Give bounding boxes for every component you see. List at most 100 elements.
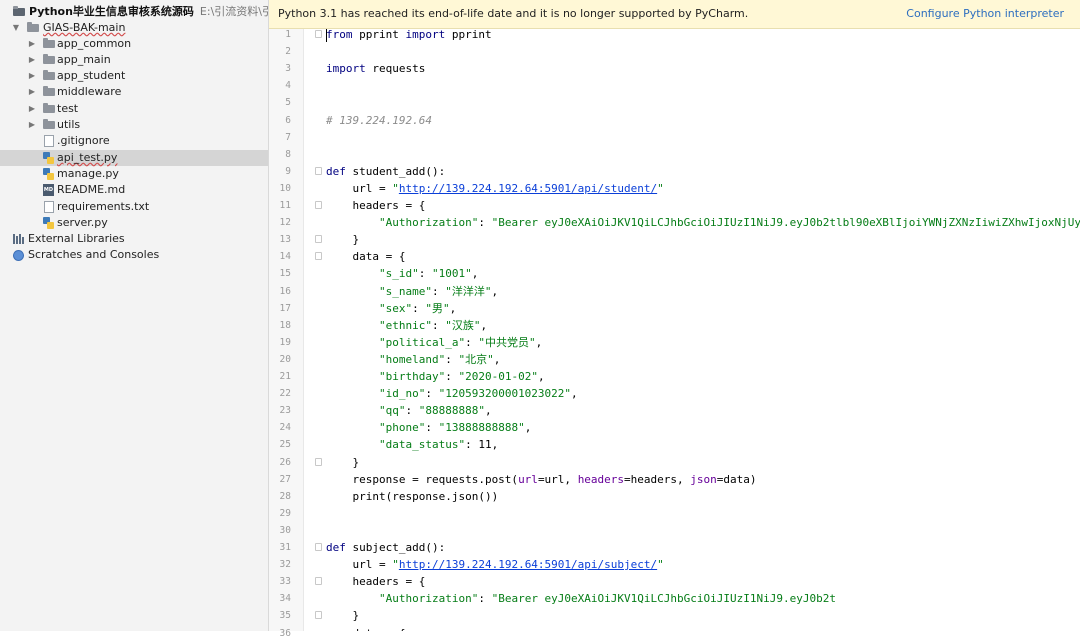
- chevron-right-icon[interactable]: ▶: [27, 84, 37, 100]
- fold-marker-icon[interactable]: [315, 201, 322, 209]
- fold-marker-icon[interactable]: [315, 457, 322, 466]
- code-line[interactable]: }: [326, 607, 359, 624]
- line-number: 33: [279, 576, 291, 588]
- tree-item-utils[interactable]: ▶ utils: [0, 117, 268, 133]
- eol-notification-banner: Python 3.1 has reached its end-of-life d…: [269, 0, 1080, 29]
- tree-item-label: GIAS-BAK-main: [43, 21, 126, 34]
- tree-item-label: app_main: [57, 53, 111, 66]
- code-line[interactable]: headers = {: [326, 573, 425, 590]
- line-number: 30: [279, 524, 291, 536]
- code-line[interactable]: # 139.224.192.64: [326, 112, 432, 129]
- code-line[interactable]: "birthday": "2020-01-02",: [326, 368, 545, 385]
- code-line[interactable]: "political_a": "中共党员",: [326, 334, 542, 351]
- code-line[interactable]: def subject_add():: [326, 539, 445, 556]
- code-line[interactable]: "s_name": "洋洋洋",: [326, 283, 498, 300]
- tree-item-readme-md[interactable]: MD README.md: [0, 182, 268, 198]
- line-number: 14: [279, 251, 291, 263]
- code-line[interactable]: import requests: [326, 60, 425, 77]
- line-number: 28: [279, 490, 291, 502]
- markdown-file-icon: MD: [43, 184, 54, 196]
- line-number: 12: [279, 217, 291, 229]
- code-line[interactable]: "qq": "88888888",: [326, 402, 492, 419]
- line-number: 3: [285, 63, 291, 75]
- code-line[interactable]: "s_id": "1001",: [326, 265, 478, 282]
- line-number: 25: [279, 439, 291, 451]
- fold-marker-icon[interactable]: [315, 166, 322, 175]
- chevron-right-icon[interactable]: ▶: [27, 52, 37, 68]
- line-number: 34: [279, 593, 291, 605]
- fold-marker-icon[interactable]: [315, 577, 322, 586]
- code-line[interactable]: def student_add():: [326, 163, 445, 180]
- code-line[interactable]: print(response.json()): [326, 488, 498, 505]
- tree-item-label: External Libraries: [28, 232, 125, 245]
- code-line[interactable]: "data_status": 11,: [326, 436, 498, 453]
- tree-item-app-main[interactable]: ▶ app_main: [0, 52, 268, 68]
- folder-icon: [13, 6, 25, 16]
- tree-item-external-libraries[interactable]: External Libraries: [0, 231, 268, 247]
- code-line[interactable]: headers = {: [326, 197, 425, 214]
- chevron-right-icon[interactable]: ▶: [27, 117, 37, 133]
- configure-interpreter-link[interactable]: Configure Python interpreter: [906, 0, 1064, 28]
- chevron-right-icon[interactable]: ▶: [27, 101, 37, 117]
- line-number: 32: [279, 559, 291, 571]
- tree-project-root[interactable]: Python毕业生信息审核系统源码 E:\引流资料\引流资料: [0, 4, 268, 20]
- tree-item-app-common[interactable]: ▶ app_common: [0, 36, 268, 52]
- tree-item-gitignore[interactable]: .gitignore: [0, 133, 268, 149]
- code-line[interactable]: "sex": "男",: [326, 300, 456, 317]
- project-path: E:\引流资料\引流资料: [199, 5, 268, 18]
- code-line[interactable]: "Authorization": "Bearer eyJ0eXAiOiJKV1Q…: [326, 590, 836, 607]
- code-line[interactable]: data = {: [326, 625, 405, 632]
- tree-item-label: api_test.py: [57, 151, 118, 164]
- line-number: 20: [279, 353, 291, 365]
- tree-item-requirements-txt[interactable]: requirements.txt: [0, 199, 268, 215]
- chevron-right-icon[interactable]: ▶: [27, 36, 37, 52]
- fold-marker-icon[interactable]: [315, 235, 322, 244]
- code-editor[interactable]: from pprint import pprint import requests…: [304, 29, 1080, 631]
- chevron-down-icon[interactable]: ▼: [11, 20, 21, 36]
- line-number: 21: [279, 371, 291, 382]
- fold-marker-icon[interactable]: [315, 30, 322, 38]
- code-line[interactable]: }: [326, 231, 359, 248]
- tree-item-app-student[interactable]: ▶ app_student: [0, 68, 268, 84]
- fold-marker-icon[interactable]: [315, 543, 322, 551]
- tree-item-label: app_student: [57, 69, 126, 82]
- code-line[interactable]: "id_no": "120593200001023022",: [326, 385, 578, 402]
- code-line[interactable]: "homeland": "北京",: [326, 351, 500, 368]
- code-line[interactable]: "ethnic": "汉族",: [326, 317, 487, 334]
- tree-item-scratches[interactable]: Scratches and Consoles: [0, 247, 268, 263]
- tree-item-label: README.md: [57, 183, 126, 196]
- chevron-right-icon[interactable]: ▶: [27, 68, 37, 84]
- code-line[interactable]: response = requests.post(url=url, header…: [326, 471, 756, 488]
- code-line[interactable]: url = "http://139.224.192.64:5901/api/su…: [326, 556, 663, 573]
- tree-item-manage-py[interactable]: manage.py: [0, 166, 268, 182]
- code-line[interactable]: "Authorization": "Bearer eyJ0eXAiOiJKV1Q…: [326, 214, 1080, 231]
- line-number: 29: [279, 507, 291, 519]
- code-line[interactable]: from pprint import pprint: [326, 29, 492, 43]
- code-line[interactable]: }: [326, 454, 359, 471]
- code-line[interactable]: data = {: [326, 248, 405, 265]
- project-name: Python毕业生信息审核系统源码: [29, 5, 194, 18]
- fold-marker-icon[interactable]: [315, 611, 322, 620]
- text-file-icon: [44, 201, 54, 213]
- code-line[interactable]: "phone": "13888888888",: [326, 419, 531, 436]
- line-number: 17: [279, 302, 291, 314]
- line-number: 4: [285, 80, 291, 92]
- folder-icon: [43, 38, 55, 48]
- tree-item-test[interactable]: ▶ test: [0, 101, 268, 117]
- tree-item-label: app_common: [57, 37, 132, 50]
- line-number: 16: [279, 285, 291, 297]
- tree-item-api-test-py[interactable]: api_test.py: [0, 150, 268, 166]
- file-icon: [44, 135, 54, 147]
- code-line[interactable]: url = "http://139.224.192.64:5901/api/st…: [326, 180, 663, 197]
- line-number: 23: [279, 405, 291, 417]
- line-number: 15: [279, 268, 291, 280]
- fold-marker-icon[interactable]: [315, 252, 322, 261]
- line-number: 11: [279, 200, 291, 211]
- library-icon: [13, 234, 25, 244]
- tree-root-folder[interactable]: ▼ GIAS-BAK-main: [0, 20, 268, 36]
- tree-item-middleware[interactable]: ▶ middleware: [0, 84, 268, 100]
- tree-item-label: Scratches and Consoles: [28, 248, 160, 261]
- line-number: 13: [279, 234, 291, 246]
- tree-item-server-py[interactable]: server.py: [0, 215, 268, 231]
- python-file-icon: [43, 152, 54, 164]
